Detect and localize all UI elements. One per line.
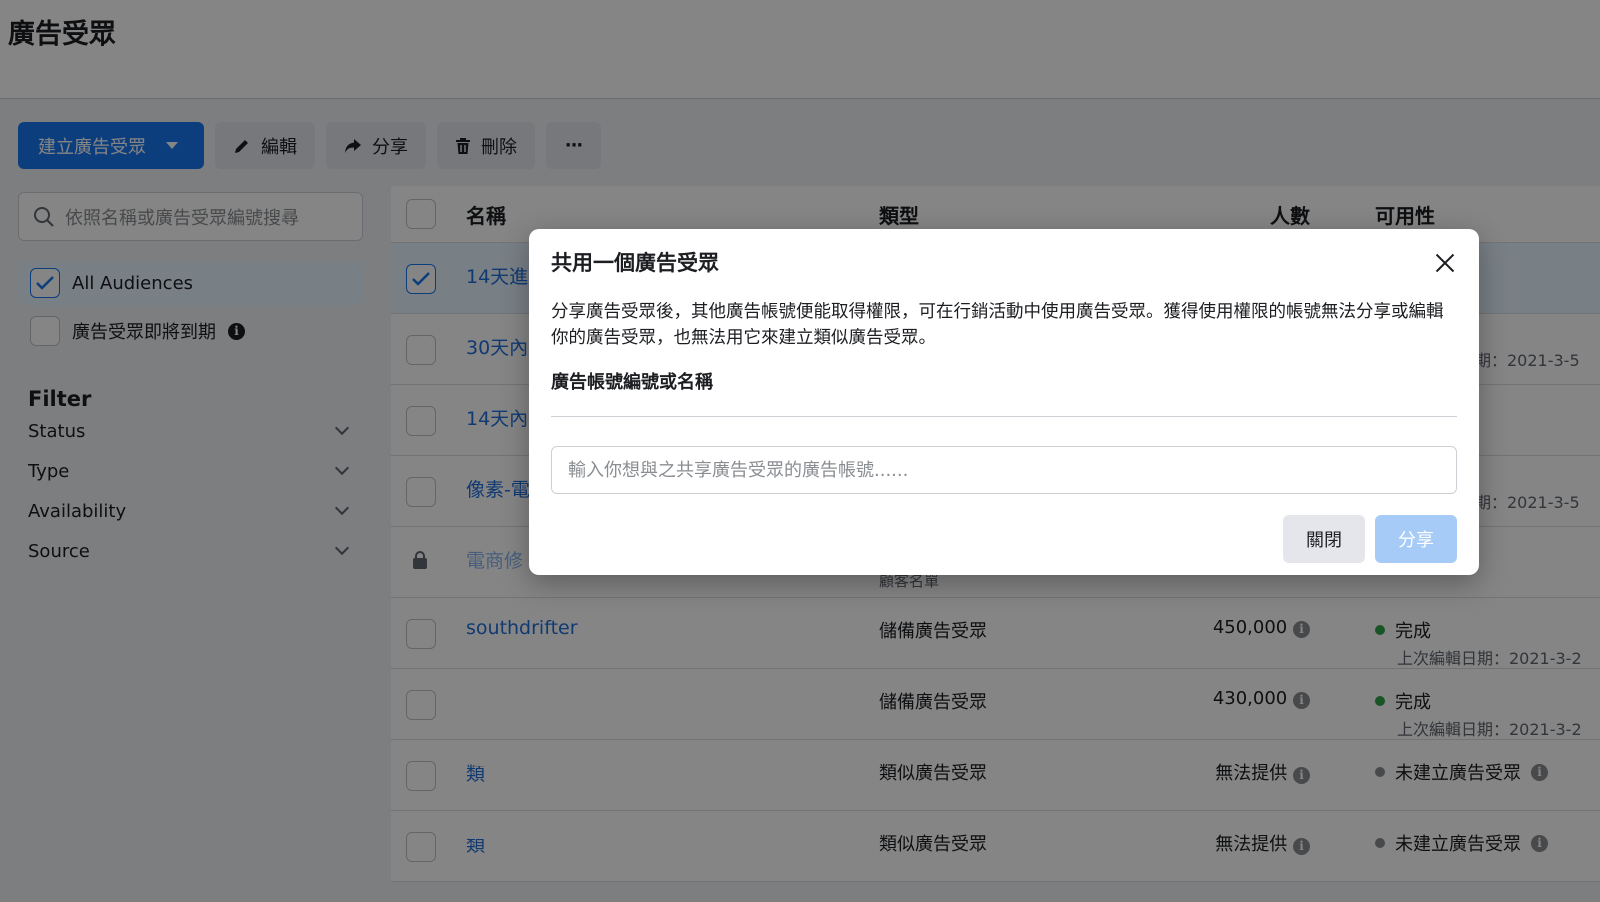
dialog-title: 共用一個廣告受眾 (551, 251, 719, 275)
dialog-share-button[interactable]: 分享 (1375, 515, 1457, 563)
account-field-label: 廣告帳號編號或名稱 (551, 372, 713, 393)
dialog-close-button[interactable]: 關閉 (1283, 515, 1365, 563)
share-audience-dialog: 共用一個廣告受眾 分享廣告受眾後，其他廣告帳號便能取得權限，可在行銷活動中使用廣… (529, 229, 1479, 575)
dialog-description: 分享廣告受眾後，其他廣告帳號便能取得權限，可在行銷活動中使用廣告受眾。獲得使用權… (551, 302, 1444, 348)
ad-account-input[interactable] (551, 446, 1457, 494)
close-icon[interactable] (1433, 251, 1457, 275)
divider (551, 416, 1457, 417)
